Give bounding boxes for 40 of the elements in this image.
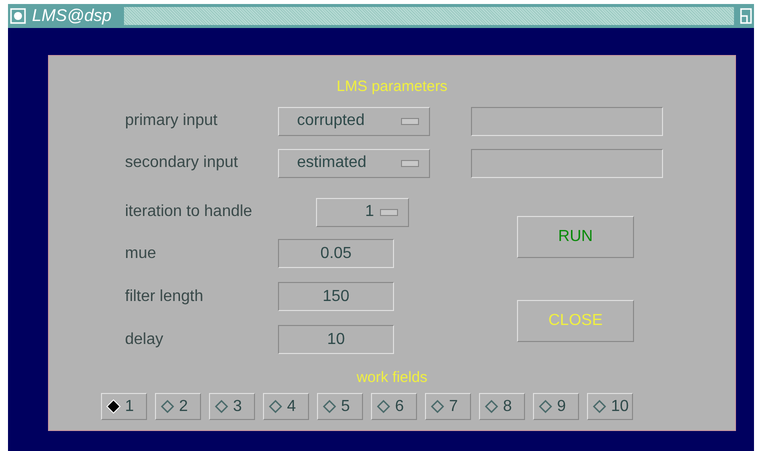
- diamond-icon: [538, 399, 553, 414]
- window-title: LMS@dsp: [32, 6, 113, 26]
- section-title: LMS parameters: [336, 78, 448, 97]
- dropdown[interactable]: corrupted: [278, 106, 430, 136]
- dropdown-indicator-icon: [401, 118, 419, 124]
- radio-button[interactable]: 6: [371, 393, 417, 420]
- input-field[interactable]: 150: [278, 282, 394, 311]
- diamond-icon: [268, 399, 283, 414]
- dropdown-indicator-icon: [401, 160, 419, 166]
- radio-button[interactable]: 7: [425, 393, 471, 420]
- radio-button[interactable]: 1: [101, 393, 147, 420]
- section-title: work fields: [356, 369, 428, 388]
- diamond-icon: [376, 399, 391, 414]
- dropdown-indicator-icon: [380, 208, 398, 216]
- diamond-icon: [322, 399, 337, 414]
- resize-icon[interactable]: [740, 8, 752, 24]
- field-label: mue: [125, 244, 158, 262]
- field-label: secondary input: [125, 154, 239, 172]
- diamond-icon: [484, 399, 499, 414]
- dropdown[interactable]: 1: [316, 198, 409, 226]
- radio-button[interactable]: 5: [317, 393, 363, 420]
- diamond-icon: [592, 399, 607, 414]
- radio-button[interactable]: 10: [587, 393, 633, 420]
- radio-button[interactable]: 9: [533, 393, 579, 420]
- radio-button[interactable]: 2: [155, 393, 201, 420]
- diamond-icon: [430, 399, 445, 414]
- field-label: delay: [125, 330, 164, 348]
- field-label: iteration to handle: [125, 203, 254, 221]
- radio-button[interactable]: 4: [263, 393, 309, 420]
- radio-button[interactable]: 3: [209, 393, 255, 420]
- radio-button[interactable]: 8: [479, 393, 525, 420]
- diamond-icon: [214, 399, 229, 414]
- window-menu-icon[interactable]: [10, 8, 26, 24]
- diamond-icon: [160, 399, 175, 414]
- diamond-icon: [106, 399, 121, 414]
- input-field[interactable]: 10: [278, 325, 394, 354]
- field-label: filter length: [125, 288, 204, 306]
- field-label: primary input: [125, 112, 218, 130]
- input-field[interactable]: 0.05: [278, 239, 394, 268]
- dropdown[interactable]: estimated: [278, 148, 430, 178]
